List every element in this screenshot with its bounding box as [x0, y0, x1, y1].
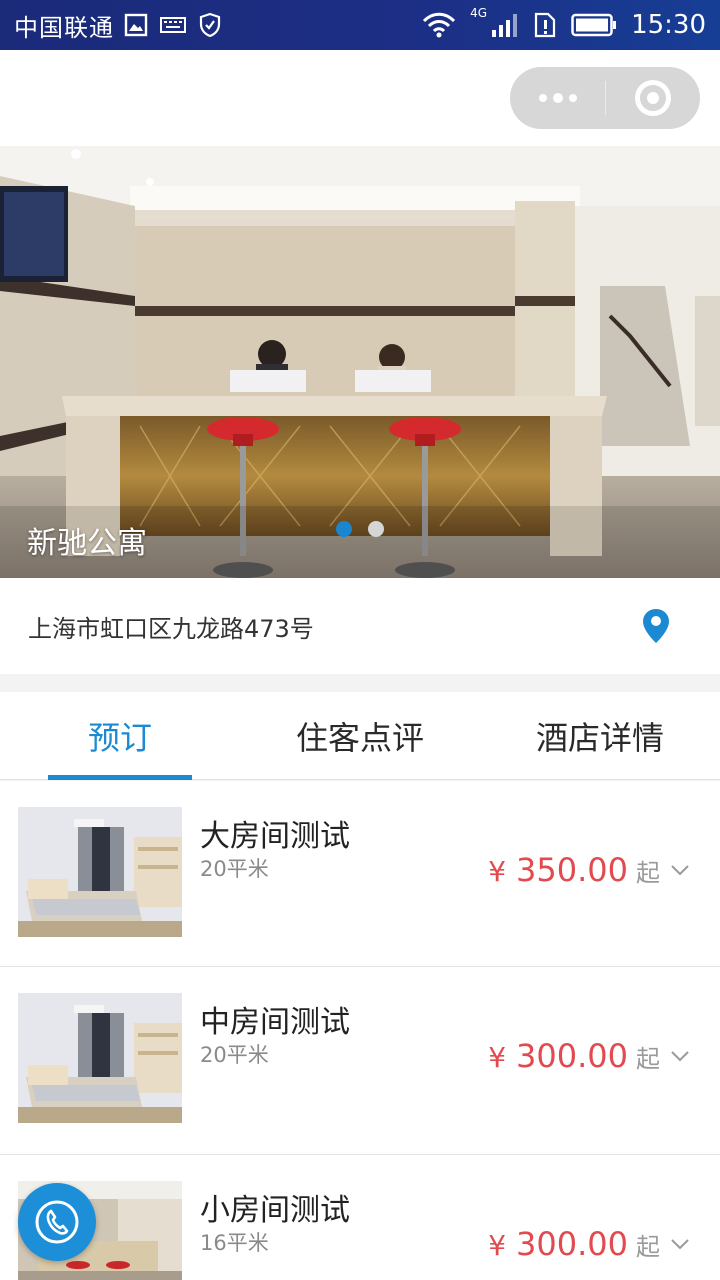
more-dots-icon — [538, 92, 577, 103]
notification-icons — [124, 12, 222, 38]
carousel-indicators — [336, 521, 384, 537]
carousel-dot-2[interactable] — [368, 521, 384, 537]
tab-label: 住客点评 — [295, 719, 424, 757]
room-item[interactable]: 大房间测试 20平米 ¥ 350.00 起 — [0, 781, 720, 967]
price-value: 350.00 — [516, 851, 628, 889]
tab-booking[interactable]: 预订 — [0, 692, 240, 780]
price-suffix: 起 — [636, 859, 660, 887]
room-thumbnail — [18, 993, 182, 1123]
room-name: 大房间测试 — [200, 819, 350, 854]
network-type: 4G — [470, 6, 488, 20]
chevron-down-icon[interactable] — [670, 1050, 690, 1062]
currency-symbol: ¥ — [488, 855, 507, 888]
close-circle-icon — [635, 80, 671, 116]
tab-bar: 预订 住客点评 酒店详情 — [0, 692, 720, 780]
system-icons: 4G 15:30 — [422, 6, 706, 40]
lobby-photo — [0, 146, 720, 578]
chevron-down-icon[interactable] — [670, 1238, 690, 1250]
call-button[interactable] — [18, 1183, 96, 1261]
room-price: ¥ 350.00 起 — [488, 851, 690, 889]
signal-icon — [492, 14, 518, 37]
currency-symbol: ¥ — [488, 1041, 507, 1074]
tab-label: 酒店详情 — [535, 719, 664, 757]
status-bar: 中国联通 4G 15:30 — [0, 0, 720, 50]
room-item[interactable]: 中房间测试 20平米 ¥ 300.00 起 — [0, 967, 720, 1155]
image-icon — [124, 13, 148, 37]
shield-check-icon — [199, 12, 221, 38]
keyboard-icon — [160, 17, 186, 33]
capsule-menu — [510, 67, 700, 129]
app-header — [0, 50, 720, 146]
hotel-page: 中国联通 4G 15:30 新驰公寓 上海市虹口区九龙路473号 预订 住客点评… — [0, 0, 720, 1280]
price-suffix: 起 — [636, 1045, 660, 1073]
phone-icon — [35, 1200, 79, 1244]
carousel-dot-1[interactable] — [336, 521, 352, 537]
close-button[interactable] — [606, 67, 700, 129]
room-price: ¥ 300.00 起 — [488, 1037, 690, 1075]
room-list: 大房间测试 20平米 ¥ 350.00 起 中房间测试 20平米 ¥ 300.0… — [0, 781, 720, 1280]
banner-carousel[interactable] — [0, 146, 720, 578]
tab-label: 预订 — [87, 719, 152, 757]
hotel-name: 新驰公寓 — [27, 526, 147, 561]
room-size: 20平米 — [200, 1043, 269, 1067]
carrier-name: 中国联通 — [14, 13, 114, 42]
active-tab-indicator — [48, 775, 192, 780]
price-value: 300.00 — [516, 1037, 628, 1075]
address-row[interactable]: 上海市虹口区九龙路473号 — [0, 578, 720, 674]
more-button[interactable] — [510, 67, 605, 129]
location-pin-icon[interactable] — [642, 608, 670, 644]
price-value: 300.00 — [516, 1225, 628, 1263]
room-price: ¥ 300.00 起 — [488, 1225, 690, 1263]
wifi-icon — [423, 12, 456, 38]
battery-icon — [571, 13, 617, 37]
room-thumbnail — [18, 807, 182, 937]
currency-symbol: ¥ — [488, 1229, 507, 1262]
clock: 15:30 — [631, 10, 706, 40]
price-suffix: 起 — [636, 1233, 660, 1261]
room-name: 小房间测试 — [200, 1193, 350, 1228]
room-name: 中房间测试 — [200, 1005, 350, 1040]
room-size: 16平米 — [200, 1231, 269, 1255]
chevron-down-icon[interactable] — [670, 864, 690, 876]
address-text: 上海市虹口区九龙路473号 — [28, 614, 314, 643]
room-size: 20平米 — [200, 857, 269, 881]
sim-alert-icon — [534, 12, 556, 38]
tab-reviews[interactable]: 住客点评 — [240, 692, 480, 780]
room-item[interactable]: 小房间测试 16平米 ¥ 300.00 起 — [0, 1155, 720, 1280]
tab-hotel-details[interactable]: 酒店详情 — [480, 692, 720, 780]
